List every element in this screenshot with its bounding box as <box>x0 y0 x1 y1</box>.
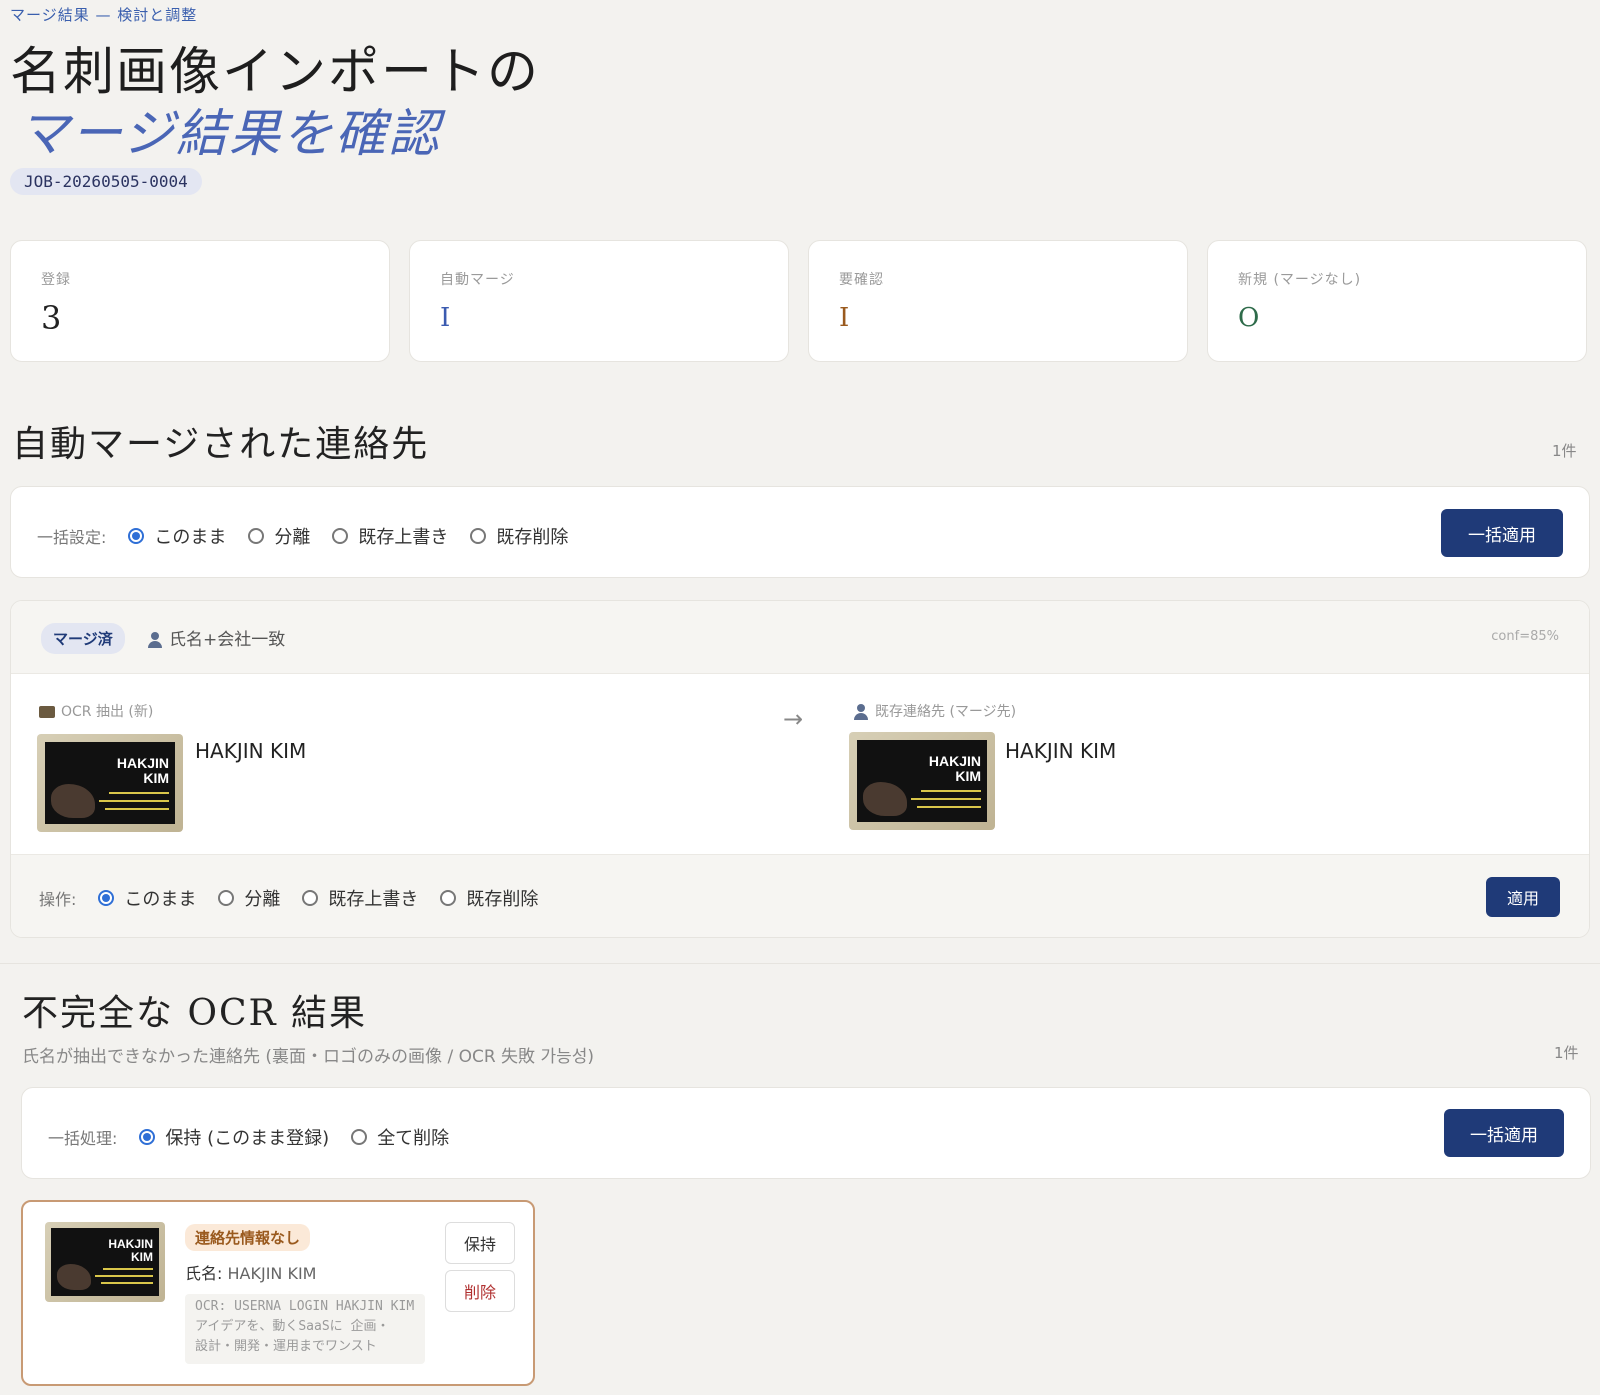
bulk-option-overwrite[interactable]: 既存上書き <box>332 523 448 549</box>
option-label: 分離 <box>274 527 311 548</box>
incomplete-name-row: 氏名: HAKJIN KIM <box>185 1260 316 1284</box>
ocr-extract-label: OCR 抽出 (新) <box>39 701 153 721</box>
section-divider <box>0 963 1600 964</box>
bulk-option-split[interactable]: 分離 <box>248 523 310 549</box>
person-icon <box>147 632 163 648</box>
name-label: 氏名: <box>185 1264 223 1283</box>
ocr-extract-label-text: OCR 抽出 (新) <box>61 704 154 720</box>
card-name-text: HAKJIN KIM <box>928 753 981 784</box>
section-title-auto-merge: 自動マージされた連絡先 <box>12 424 430 465</box>
incomplete-bulk-radio-group: 一括処理: 保持 (このまま登録) 全て削除 <box>48 1124 471 1150</box>
bulk-apply-button[interactable]: 一括適用 <box>1441 509 1563 557</box>
ocr-line: アイデアを、動くSaaSに 企画・ <box>195 1319 390 1334</box>
radio-icon[interactable] <box>332 528 349 544</box>
person-icon <box>853 704 869 720</box>
option-label: 既存上書き <box>328 889 419 910</box>
match-reason: 氏名+会社一致 <box>147 625 285 650</box>
section-title-incomplete: 不完全な OCR 結果 <box>22 993 368 1034</box>
existing-contact-name: HAKJIN KIM <box>1005 739 1117 763</box>
option-label: 保持 (このまま登録) <box>165 1128 330 1149</box>
radio-icon[interactable] <box>470 528 487 544</box>
incomplete-subtitle: 氏名が抽出できなかった連絡先 (裏面・ロゴのみの画像 / OCR 失敗 가능성) <box>22 1047 594 1067</box>
action-option-delete-existing[interactable]: 既存削除 <box>440 885 538 911</box>
action-option-overwrite[interactable]: 既存上書き <box>302 885 418 911</box>
keep-button[interactable]: 保持 <box>445 1222 515 1264</box>
option-label: 全て削除 <box>377 1128 450 1149</box>
stat-value: I <box>839 303 850 333</box>
stat-value: O <box>1238 303 1260 333</box>
incomplete-card-thumbnail[interactable]: HAKJIN KIM <box>45 1222 165 1302</box>
stat-value: 3 <box>41 299 62 337</box>
ocr-raw-text: OCR: USERNA LOGIN HAKJIN KIM アイデアを、動くSaa… <box>185 1294 425 1364</box>
incomplete-bulk-panel: 一括処理: 保持 (このまま登録) 全て削除 一括適用 <box>21 1087 1591 1179</box>
action-radio-group: 操作: このまま 分離 既存上書き 既存削除 <box>39 885 560 911</box>
radio-icon[interactable] <box>351 1129 368 1145</box>
radio-icon[interactable] <box>218 890 235 906</box>
ocr-line: OCR: USERNA LOGIN HAKJIN KIM <box>195 1299 415 1314</box>
incomplete-contact-card: HAKJIN KIM 連絡先情報なし 氏名: HAKJIN KIM OCR: U… <box>21 1200 535 1386</box>
stat-card-new: 新規 (マージなし) O <box>1207 240 1587 362</box>
incomplete-option-delete-all[interactable]: 全て削除 <box>351 1124 449 1150</box>
auto-merge-count: 1件 <box>1552 442 1577 460</box>
bulk-settings-panel: 一括設定: このまま 分離 既存上書き 既存削除 一括適用 <box>10 486 1590 578</box>
stat-label: 登録 <box>41 272 71 288</box>
radio-selected-icon[interactable] <box>139 1129 156 1145</box>
stat-card-auto-merge: 自動マージ I <box>409 240 789 362</box>
stat-label: 新規 (マージなし) <box>1238 272 1362 288</box>
radio-selected-icon[interactable] <box>98 890 115 906</box>
incomplete-option-keep[interactable]: 保持 (このまま登録) <box>139 1124 329 1150</box>
bulk-option-delete-existing[interactable]: 既存削除 <box>470 523 568 549</box>
radio-icon[interactable] <box>248 528 265 544</box>
action-option-split[interactable]: 分離 <box>218 885 280 911</box>
breadcrumb: マージ結果 — 検討と調整 <box>10 6 198 24</box>
existing-card-thumbnail[interactable]: HAKJIN KIM <box>849 732 995 830</box>
incomplete-bulk-label: 一括処理: <box>48 1129 118 1148</box>
match-reason-label: 氏名+会社一致 <box>169 630 286 650</box>
merge-arrow-icon: → <box>783 705 804 733</box>
action-label: 操作: <box>39 890 77 909</box>
page-title-accent: マージ結果を確認 <box>18 105 441 164</box>
stat-label: 自動マージ <box>440 272 515 288</box>
option-label: 既存削除 <box>496 527 569 548</box>
bulk-radio-group: 一括設定: このまま 分離 既存上書き 既存削除 <box>37 523 590 549</box>
apply-button[interactable]: 適用 <box>1486 877 1560 917</box>
merge-card-header: マージ済 氏名+会社一致 conf=85% <box>11 601 1589 674</box>
card-name-text: HAKJIN KIM <box>108 1237 153 1264</box>
name-value: HAKJIN KIM <box>227 1264 317 1283</box>
stat-card-registered: 登録 3 <box>10 240 390 362</box>
delete-button[interactable]: 削除 <box>445 1270 515 1312</box>
existing-contact-label: 既存連絡先 (マージ先) <box>853 701 1016 721</box>
existing-contact-label-text: 既存連絡先 (マージ先) <box>875 704 1017 720</box>
no-contact-info-badge: 連絡先情報なし <box>185 1224 311 1251</box>
stat-label: 要確認 <box>839 272 884 288</box>
card-name-text: HAKJIN KIM <box>116 755 169 786</box>
option-label: このまま <box>154 527 227 548</box>
ocr-card-thumbnail[interactable]: HAKJIN KIM <box>37 734 183 832</box>
ocr-line: 設計・開発・運用までワンスト <box>195 1339 377 1354</box>
merged-contact-card: マージ済 氏名+会社一致 conf=85% OCR 抽出 (新) HAKJIN … <box>10 600 1590 938</box>
action-option-keep[interactable]: このまま <box>98 885 196 911</box>
merged-status-badge: マージ済 <box>41 623 125 654</box>
merge-card-actions: 操作: このまま 分離 既存上書き 既存削除 適用 <box>11 854 1589 937</box>
option-label: 既存削除 <box>466 889 539 910</box>
confidence-score: conf=85% <box>1491 629 1559 644</box>
bulk-option-keep[interactable]: このまま <box>128 523 226 549</box>
option-label: 既存上書き <box>358 527 449 548</box>
radio-icon[interactable] <box>302 890 319 906</box>
ocr-contact-name: HAKJIN KIM <box>195 739 307 763</box>
incomplete-bulk-apply-button[interactable]: 一括適用 <box>1444 1109 1564 1157</box>
job-id-badge: JOB-20260505-0004 <box>10 168 202 195</box>
stat-card-needs-review: 要確認 I <box>808 240 1188 362</box>
card-file-icon <box>39 706 55 718</box>
option-label: 分離 <box>244 889 281 910</box>
stat-value: I <box>440 303 451 333</box>
bulk-label: 一括設定: <box>37 528 107 547</box>
radio-selected-icon[interactable] <box>128 528 145 544</box>
incomplete-count: 1件 <box>1554 1044 1579 1062</box>
radio-icon[interactable] <box>440 890 457 906</box>
option-label: このまま <box>124 889 197 910</box>
